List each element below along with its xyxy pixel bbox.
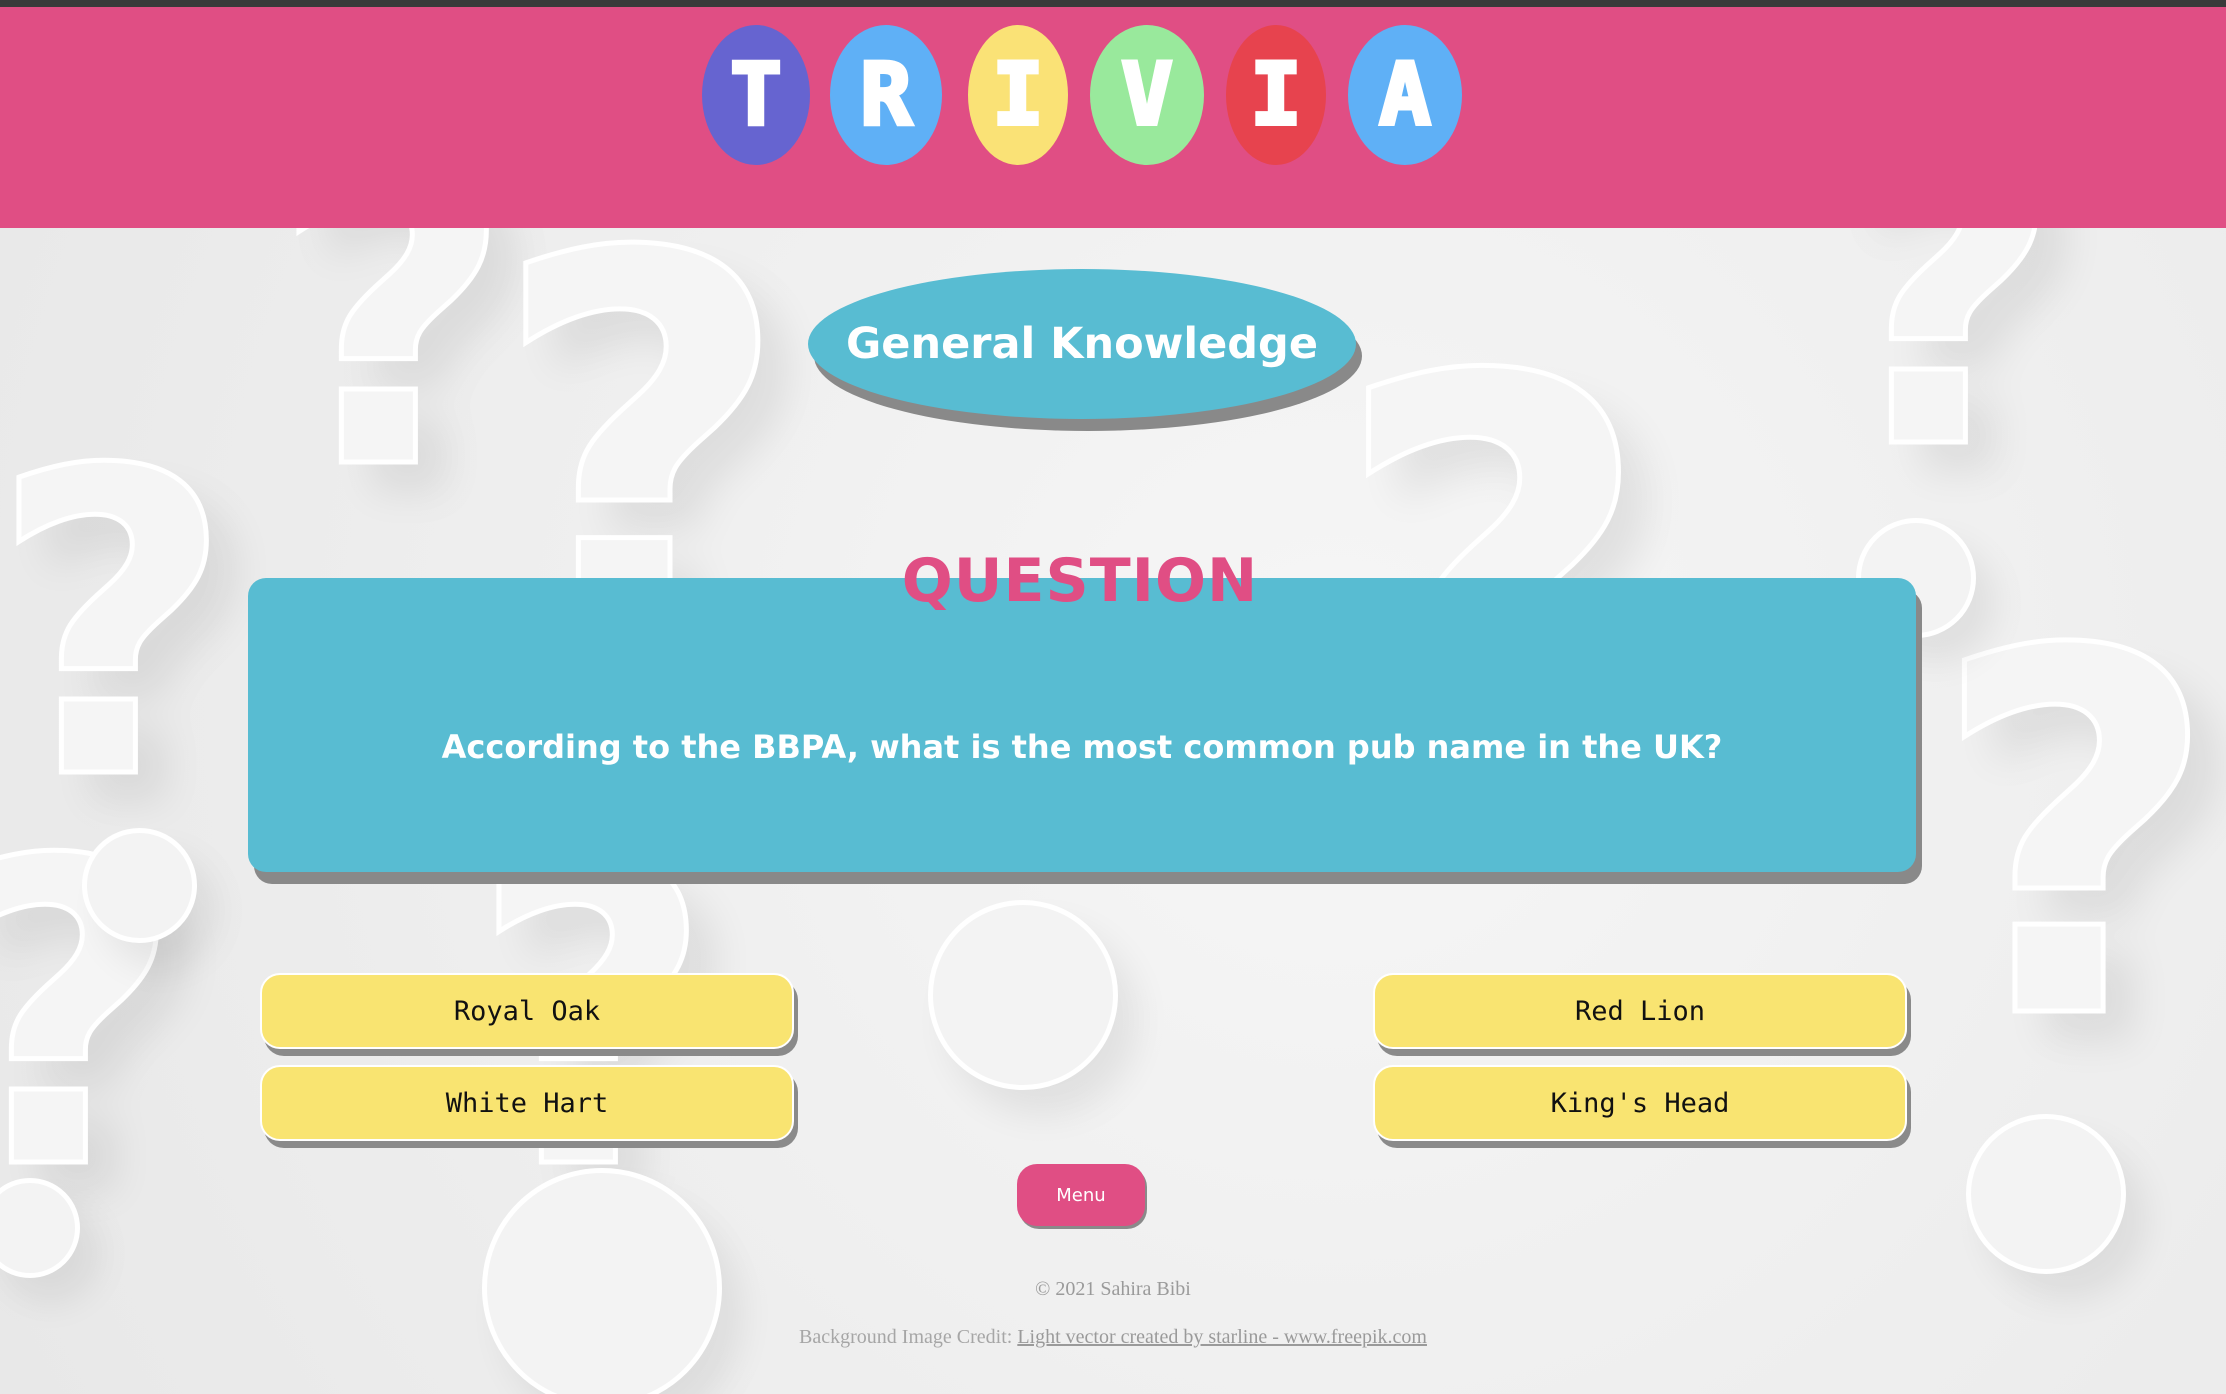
trivia-letter-r: R (830, 25, 942, 165)
background-question-mark: ? (268, 228, 517, 562)
credit-link[interactable]: Light vector created by starline - www.f… (1017, 1326, 1427, 1348)
trivia-letter-i2: I (1226, 25, 1326, 165)
answer-button-2[interactable]: Red Lion (1373, 973, 1907, 1049)
answer-button-3[interactable]: White Hart (260, 1065, 794, 1141)
background-question-mark: ? (1818, 228, 2067, 542)
quiz-main: ? ? ? ? ? ? ? ? General Knowledge Accord… (0, 228, 2226, 1394)
trivia-letter-v: V (1090, 25, 1204, 165)
menu-button[interactable]: Menu (1017, 1164, 1145, 1226)
answer-button-1[interactable]: Royal Oak (260, 973, 794, 1049)
site-header: T R I V I A (0, 7, 2226, 228)
credit-label: Background Image Credit: (799, 1326, 1018, 1348)
background-dot (928, 900, 1118, 1090)
trivia-letter-a: A (1348, 25, 1462, 165)
copyright-text: © 2021 Sahira Bibi (1035, 1278, 1191, 1300)
trivia-letter-t: T (702, 25, 810, 165)
question-card: According to the BBPA, what is the most … (248, 578, 1916, 872)
trivia-letter-i: I (968, 25, 1068, 165)
background-dot (82, 828, 197, 943)
answer-button-4[interactable]: King's Head (1373, 1065, 1907, 1141)
background-question-mark: ? (1927, 547, 2222, 1129)
background-dot (1966, 1114, 2126, 1274)
image-credit: Background Image Credit: Light vector cr… (0, 1326, 2226, 1349)
category-title: General Knowledge (808, 269, 1356, 419)
question-text: According to the BBPA, what is the most … (441, 728, 1723, 766)
question-heading: QUESTION (901, 546, 1259, 616)
window-top-border (0, 0, 2226, 7)
